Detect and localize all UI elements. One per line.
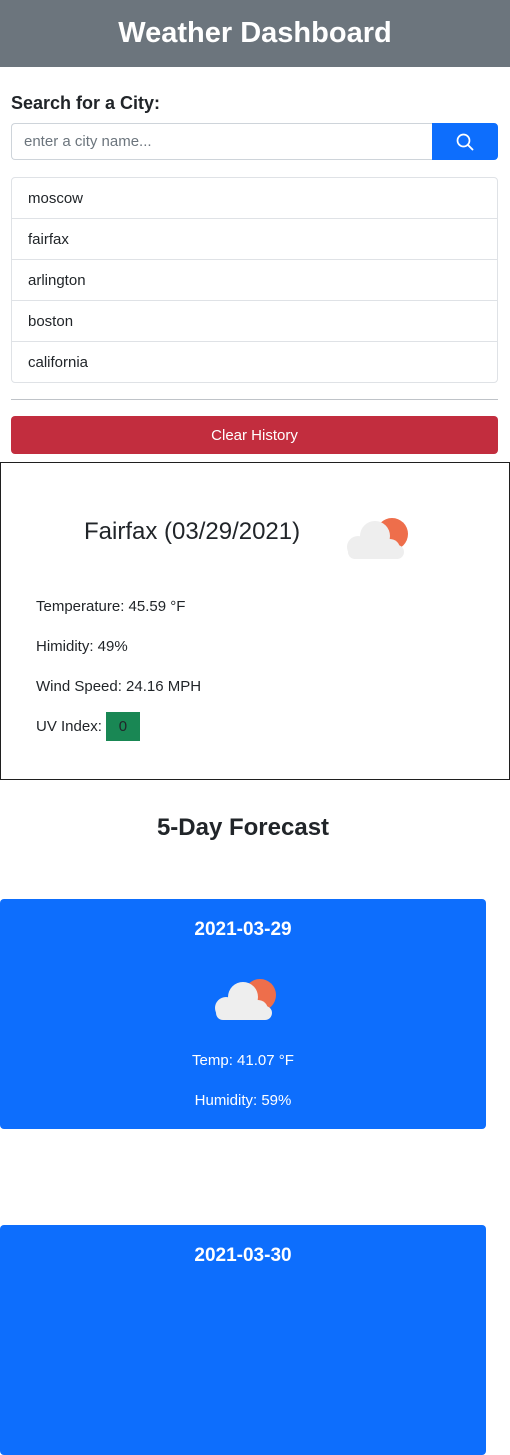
partly-cloudy-icon [215, 979, 276, 1020]
forecast-date: 2021-03-30 [194, 1245, 292, 1266]
history-item-fairfax[interactable]: fairfax [12, 219, 497, 260]
uv-index-badge: 0 [105, 712, 140, 741]
divider [11, 399, 498, 400]
current-city-title: Fairfax (03/29/2021) [84, 518, 301, 545]
search-input[interactable] [11, 123, 432, 160]
forecast-heading: 5-Day Forecast [156, 814, 330, 841]
forecast-temperature: Temp: 41.07 °F [192, 1052, 294, 1069]
search-label: Search for a City: [11, 93, 161, 113]
history-item-arlington[interactable]: arlington [12, 260, 497, 301]
forecast-card: 2021-03-29 Temp: 41.07 °F Humidity: 59% [0, 899, 486, 1129]
current-temperature: Temperature: 45.59 °F [36, 598, 186, 615]
forecast-humidity: Humidity: 59% [194, 1092, 292, 1109]
partly-cloudy-icon [347, 518, 408, 559]
search-button[interactable] [432, 123, 498, 160]
app-header: Weather Dashboard [0, 0, 510, 67]
history-item-boston[interactable]: boston [12, 301, 497, 342]
forecast-card: 2021-03-30 [0, 1225, 486, 1455]
history-item-moscow[interactable]: moscow [12, 178, 497, 219]
uv-index-row: UV Index: 0 [36, 712, 140, 741]
history-item-california[interactable]: california [12, 342, 497, 382]
page-title: Weather Dashboard [118, 17, 392, 49]
search-history-list: moscow fairfax arlington boston californ… [11, 177, 498, 383]
search-icon [456, 133, 474, 150]
clear-history-button[interactable]: Clear History [11, 416, 498, 454]
current-wind-speed: Wind Speed: 24.16 MPH [36, 678, 202, 695]
forecast-date: 2021-03-29 [194, 919, 292, 940]
current-humidity: Himidity: 49% [36, 638, 128, 655]
uv-index-label: UV Index: [36, 718, 102, 735]
